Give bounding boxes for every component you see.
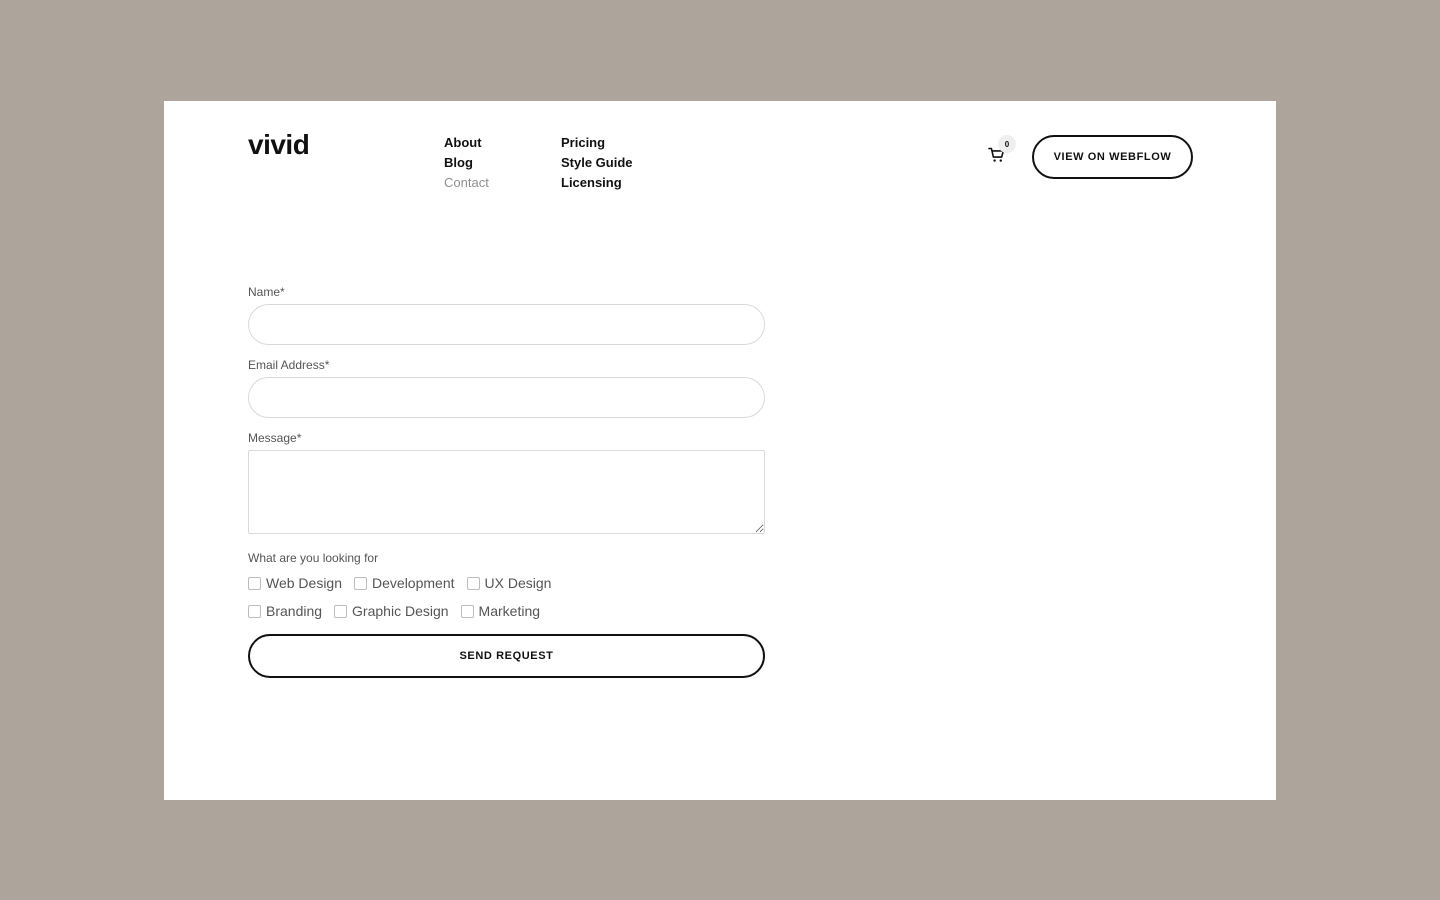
email-label: Email Address* [248,358,330,372]
page-frame: vivid About Blog Contact Pricing Style G… [164,101,1276,800]
checkbox-label: Web Design [266,575,343,591]
checkbox-label: Graphic Design [352,603,449,619]
nav-link-contact[interactable]: Contact [444,175,489,191]
send-request-button[interactable]: SEND REQUEST [248,634,765,678]
checkbox-graphic-design[interactable]: Graphic Design [334,603,449,619]
checkbox-box[interactable] [466,576,480,590]
name-input[interactable] [248,304,765,345]
checkbox-label: UX Design [484,575,552,591]
checkbox-marketing[interactable]: Marketing [460,603,541,619]
checkbox-label: Development [372,575,455,591]
checkbox-branding[interactable]: Branding [248,603,322,619]
email-input[interactable] [248,377,765,418]
checkbox-ux-design[interactable]: UX Design [466,575,552,591]
message-textarea[interactable] [248,450,765,534]
checkbox-box[interactable] [248,604,261,618]
checkbox-box[interactable] [334,604,348,618]
checkbox-web-design[interactable]: Web Design [248,575,342,591]
name-label: Name* [248,285,285,299]
checkbox-box[interactable] [248,576,261,590]
cart-button[interactable]: 0 [986,135,1016,169]
nav-column-1: About Blog Contact [444,135,489,191]
message-label: Message* [248,431,302,445]
checkbox-label: Branding [266,603,323,619]
checkbox-box[interactable] [354,576,368,590]
nav-column-2: Pricing Style Guide Licensing [561,135,633,191]
contact-form: Name* Email Address* Message* What are y… [248,284,765,678]
nav-link-blog[interactable]: Blog [444,155,489,171]
brand-logo[interactable]: vivid [248,129,310,161]
nav-link-about[interactable]: About [444,135,489,151]
view-on-webflow-button[interactable]: VIEW ON WEBFLOW [1032,135,1193,179]
looking-for-label: What are you looking for [248,551,379,565]
nav-link-pricing[interactable]: Pricing [561,135,633,151]
checkbox-box[interactable] [460,604,474,618]
checkbox-development[interactable]: Development [354,575,455,591]
nav-link-licensing[interactable]: Licensing [561,175,633,191]
cart-count-badge: 0 [998,135,1016,153]
checkbox-row-1: Web Design Development UX Design [248,574,765,592]
checkbox-row-2: Branding Graphic Design Marketing [248,602,765,620]
nav-link-style-guide[interactable]: Style Guide [561,155,633,171]
checkbox-label: Marketing [478,603,541,619]
